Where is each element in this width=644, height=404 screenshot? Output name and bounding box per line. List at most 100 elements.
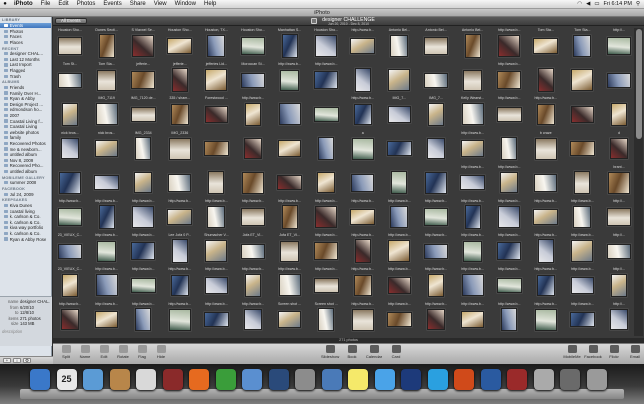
photo-thumbnail[interactable]: Shumacher V... [201, 233, 231, 268]
photo-thumbnail[interactable] [421, 131, 451, 166]
photo-caption[interactable]: http://www.b... [92, 233, 122, 237]
photo-image[interactable] [427, 102, 445, 127]
photo-image[interactable] [171, 239, 188, 263]
photo-thumbnail[interactable]: http://www.b... [238, 96, 268, 131]
photo-caption[interactable]: http://www.b... [494, 28, 524, 32]
photo-image[interactable] [609, 137, 629, 160]
photo-image[interactable] [204, 276, 229, 295]
photo-thumbnail[interactable]: Screen shot ... [275, 302, 305, 336]
photo-caption[interactable]: http://www.b... [348, 233, 378, 237]
photo-image[interactable] [171, 68, 188, 92]
photo-thumbnail[interactable] [567, 131, 597, 166]
photo-thumbnail[interactable]: http://... [604, 199, 634, 234]
menu-help[interactable]: Help [200, 1, 220, 7]
photo-image[interactable] [60, 137, 80, 160]
photo-caption[interactable]: http://www.b... [494, 302, 524, 306]
photo-thumbnail[interactable]: http://www.b... [238, 199, 268, 234]
photo-thumbnail[interactable]: Jofa ET_VI... [275, 233, 305, 268]
photo-image[interactable] [391, 171, 408, 195]
photo-image[interactable] [496, 106, 522, 122]
edit-button[interactable]: Edit [95, 345, 113, 364]
photo-caption[interactable]: Moroccan St... [238, 62, 268, 66]
photo-thumbnail[interactable]: http://www.b... [275, 199, 305, 234]
photo-thumbnail[interactable]: Antonio Bel... [384, 28, 414, 63]
menu-file[interactable]: File [37, 1, 55, 7]
photo-image[interactable] [244, 102, 262, 127]
photo-thumbnail[interactable] [311, 131, 341, 166]
photo-thumbnail[interactable] [384, 62, 414, 97]
photo-thumbnail[interactable]: http://www.b... [311, 267, 341, 302]
photo-thumbnail[interactable]: http://... [604, 233, 634, 268]
photo-image[interactable] [607, 171, 631, 194]
photo-caption[interactable]: http://www.b... [458, 267, 488, 271]
battery-icon[interactable]: ▭ [594, 1, 599, 7]
hide-button[interactable]: Hide [152, 345, 170, 364]
mobileme-button[interactable]: MobileMe [563, 345, 581, 364]
photo-thumbnail[interactable]: http://www.b... [92, 302, 122, 336]
photo-thumbnail[interactable]: http://www.b... [494, 28, 524, 63]
photo-caption[interactable]: http://www.b... [531, 233, 561, 237]
photo-caption[interactable]: IMG_2334 [128, 131, 158, 135]
photo-caption[interactable]: http://www.b... [55, 302, 85, 306]
photo-image[interactable] [426, 137, 446, 160]
photo-thumbnail[interactable] [165, 165, 195, 200]
photo-thumbnail[interactable]: IMG_7... [384, 96, 414, 131]
photo-image[interactable] [424, 171, 448, 194]
system-preferences-icon[interactable] [295, 369, 315, 390]
photo-caption[interactable]: Lee Jofa 0 P... [165, 233, 195, 237]
photo-image[interactable] [351, 308, 374, 331]
photo-caption[interactable]: http://www.b... [421, 233, 451, 237]
photo-thumbnail[interactable]: IMG_7119 [92, 96, 122, 131]
photo-image[interactable] [424, 37, 448, 55]
photo-thumbnail[interactable]: Antonio Bel... [458, 28, 488, 63]
photo-caption[interactable]: jefferies Lid... [201, 62, 231, 66]
photo-caption[interactable]: IMG_7... [421, 96, 451, 100]
photo-image[interactable] [278, 103, 301, 126]
photo-image[interactable] [350, 38, 376, 54]
photo-caption[interactable]: jefferie... [128, 62, 158, 66]
photo-image[interactable] [167, 38, 193, 54]
photo-caption[interactable]: http://www.b... [165, 302, 195, 306]
photo-caption[interactable]: Forestwood ... [201, 96, 231, 100]
photo-caption[interactable]: http://www.b... [421, 199, 451, 203]
photo-image[interactable] [463, 69, 482, 91]
photo-caption[interactable]: a [348, 131, 378, 135]
photo-thumbnail[interactable]: http://www.b... [348, 302, 378, 336]
photo-image[interactable] [461, 274, 484, 297]
photo-image[interactable] [460, 310, 485, 329]
photo-image[interactable] [388, 69, 411, 92]
photo-caption[interactable]: Jofa ET_VI... [238, 233, 268, 237]
photo-thumbnail[interactable]: d [604, 131, 634, 166]
photo-thumbnail[interactable]: http://www.b... [348, 267, 378, 302]
photo-image[interactable] [94, 139, 119, 158]
photo-image[interactable] [464, 205, 481, 229]
photo-thumbnail[interactable]: http://www.b... [348, 28, 378, 63]
photo-image[interactable] [277, 175, 302, 191]
photo-thumbnail[interactable]: Jofa ET_VI... [238, 233, 268, 268]
photo-image[interactable] [207, 206, 226, 228]
photo-thumbnail[interactable] [238, 131, 268, 166]
photoshop-icon[interactable] [401, 369, 421, 390]
photo-caption[interactable]: http://www.b... [165, 267, 195, 271]
photo-image[interactable] [132, 34, 155, 58]
photo-caption[interactable]: http://www.b... [275, 199, 305, 203]
textedit-icon[interactable] [136, 369, 156, 390]
photo-image[interactable] [204, 105, 229, 124]
photo-caption[interactable]: http://www.b... [494, 165, 524, 169]
trash-icon[interactable] [586, 369, 607, 390]
photo-caption[interactable]: http://... [604, 199, 634, 203]
photo-caption[interactable]: http://www.b... [494, 62, 524, 66]
photo-caption[interactable]: http://www.b... [311, 199, 341, 203]
photo-thumbnail[interactable]: http://www.b... [421, 267, 451, 302]
photo-caption[interactable]: Shumacher V... [201, 233, 231, 237]
photo-thumbnail[interactable] [421, 62, 451, 97]
photo-thumbnail[interactable]: http://www.b... [567, 302, 597, 336]
photo-caption[interactable]: http://www.b... [238, 267, 268, 271]
photo-thumbnail[interactable]: http://www.b... [165, 267, 195, 302]
photo-thumbnail[interactable]: http://www.b... [128, 199, 158, 234]
photo-image[interactable] [97, 240, 116, 262]
photo-thumbnail[interactable]: http://www.b... [458, 267, 488, 302]
action-gear-icon[interactable]: ⚙ [23, 358, 31, 363]
photo-thumbnail[interactable]: IMG_2336 [165, 131, 195, 166]
menu-iphoto[interactable]: iPhoto [10, 1, 37, 7]
